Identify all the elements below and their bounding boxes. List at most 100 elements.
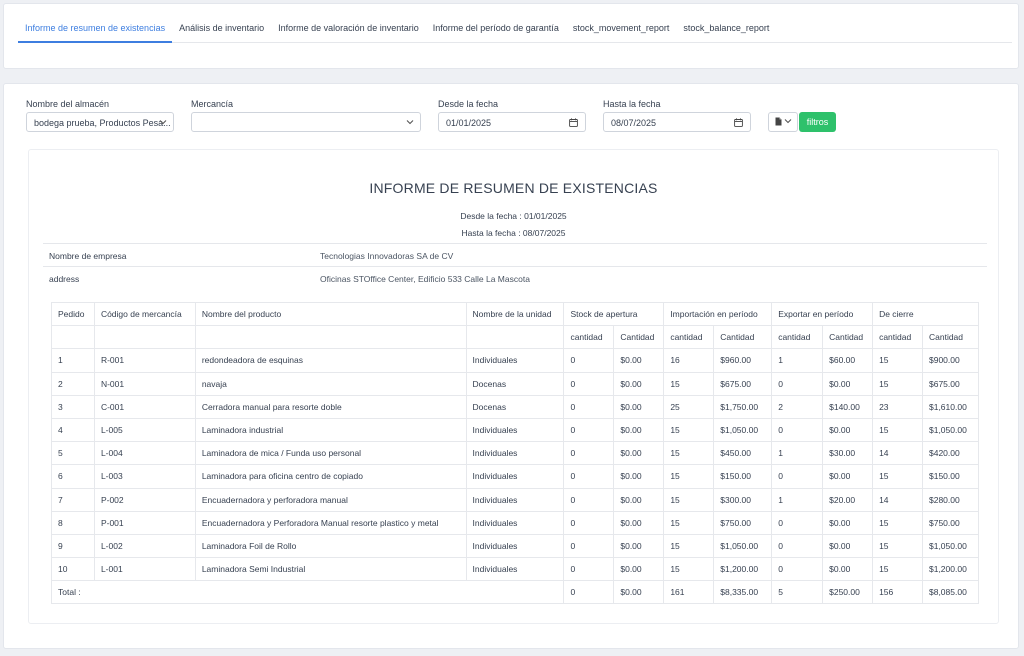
table-cell: $0.00 [822, 371, 874, 396]
table-cell: $150.00 [713, 464, 773, 489]
table-cell: 6 [51, 464, 95, 489]
table-cell: Encuadernadora y Perforadora Manual reso… [194, 510, 467, 535]
subheader-cell: cantidad [771, 325, 824, 350]
document-icon [775, 117, 782, 128]
table-cell: L-005 [93, 417, 196, 443]
table-cell: Individuales [465, 533, 565, 559]
report-tabs: Informe de resumen de existencias Anális… [18, 16, 1012, 43]
table-cell: 0 [771, 533, 824, 559]
table-cell: 5 [51, 441, 95, 466]
table-cell: Individuales [465, 417, 565, 443]
from-date-input[interactable]: 01/01/2025 [438, 112, 562, 132]
table-cell: $420.00 [921, 441, 980, 466]
table-cell: 8 [51, 510, 95, 535]
table-cell: 1 [771, 487, 824, 512]
table-cell: P-001 [93, 510, 196, 535]
table-cell: 10 [51, 557, 95, 582]
table-cell: Individuales [465, 487, 565, 512]
table-cell: $0.00 [613, 348, 665, 373]
table-cell: Laminadora de mica / Funda uso personal [194, 441, 467, 466]
tab-stock-balance[interactable]: stock_balance_report [676, 16, 776, 43]
table-cell: 15 [663, 557, 715, 582]
table-cell: 15 [872, 464, 923, 489]
table-cell: $0.00 [613, 441, 665, 466]
table-cell: 0 [563, 371, 615, 396]
table-cell: 1 [771, 441, 824, 466]
chevron-down-icon [784, 117, 792, 127]
empty-cell [51, 325, 95, 350]
table-row: 2 N-001 navaja Docenas 0 $0.00 15 $675.00 0 $0.00… [51, 371, 980, 396]
table-cell: $0.00 [613, 557, 665, 582]
table-cell: $750.00 [713, 510, 773, 535]
table-cell: $20.00 [822, 487, 874, 512]
empty-cell [465, 325, 565, 350]
table-cell: L-004 [93, 441, 196, 466]
table-cell: R-001 [93, 348, 196, 373]
tab-inventory-valuation[interactable]: Informe de valoración de inventario [271, 16, 426, 43]
warehouse-label: Nombre del almacén [26, 99, 110, 109]
warehouse-select[interactable]: bodega prueba, Productos Pesa... [26, 112, 174, 132]
table-cell: 15 [872, 533, 923, 559]
table-row: 6 L-003 Laminadora para oficina centro de … [51, 464, 980, 489]
calendar-icon[interactable] [726, 112, 751, 132]
address-label: address [49, 274, 80, 284]
table-cell: 9 [51, 533, 95, 559]
address-value: Oficinas STOffice Center, Edificio 533 C… [320, 274, 530, 284]
tab-stock-summary[interactable]: Informe de resumen de existencias [18, 16, 173, 43]
tab-inventory-analysis[interactable]: Análisis de inventario [172, 16, 271, 43]
subheader-cell: Cantidad [713, 325, 773, 350]
table-row: 7 P-002 Encuadernadora y perforadora manua… [51, 487, 980, 512]
table-cell: 15 [663, 417, 715, 443]
calendar-icon[interactable] [561, 112, 586, 132]
report-panel: INFORME DE RESUMEN DE EXISTENCIAS Desde … [28, 149, 999, 624]
table-cell: 0 [771, 417, 824, 443]
table-cell: 15 [663, 464, 715, 489]
table-cell: $675.00 [921, 371, 980, 396]
table-row: 9 L-002 Laminadora Foil de Rollo Individual… [51, 533, 980, 559]
main-card: Nombre del almacén bodega prueba, Produc… [3, 83, 1019, 649]
filter-button[interactable]: filtros [799, 112, 836, 132]
table-cell: 0 [563, 464, 615, 489]
tab-stock-movement[interactable]: stock_movement_report [566, 16, 677, 43]
table-cell: $0.00 [822, 533, 874, 559]
table-cell: navaja [194, 371, 467, 396]
total-cell: 0 [563, 580, 615, 605]
subheader-cell: cantidad [872, 325, 923, 350]
report-from-date: Desde la fecha : 01/01/2025 [460, 211, 567, 221]
total-cell: 161 [663, 580, 715, 605]
subheader-cell: Cantidad [613, 325, 665, 350]
total-cell: $0.00 [613, 580, 665, 605]
table-cell: 0 [771, 557, 824, 582]
table-cell: 15 [872, 417, 923, 443]
table-cell: 15 [872, 510, 923, 535]
table-cell: redondeadora de esquinas [194, 348, 467, 373]
table-cell: 0 [563, 557, 615, 582]
table-cell: 3 [51, 394, 95, 419]
table-cell: P-002 [93, 487, 196, 512]
product-label: Mercancía [191, 99, 234, 109]
table-cell: $0.00 [613, 417, 665, 443]
table-cell: Encuadernadora y perforadora manual [194, 487, 467, 512]
table-cell: $750.00 [921, 510, 980, 535]
table-cell: Individuales [465, 557, 565, 582]
export-dropdown-button[interactable] [768, 112, 798, 132]
to-date-input[interactable]: 08/07/2025 [603, 112, 727, 132]
chevron-down-icon [406, 116, 414, 130]
empty-cell [194, 325, 467, 350]
tab-warranty-period[interactable]: Informe del período de garantía [426, 16, 566, 43]
table-cell: 15 [663, 441, 715, 466]
divider [43, 243, 987, 244]
table-cell: Individuales [465, 441, 565, 466]
table-cell: $960.00 [713, 348, 773, 373]
product-select[interactable] [191, 112, 421, 132]
empty-cell [93, 325, 196, 350]
table-cell: $1,050.00 [921, 533, 980, 559]
col-header-order: Pedido [51, 301, 95, 327]
table-cell: $0.00 [613, 464, 665, 489]
col-header-closing: De cierre [872, 301, 979, 327]
table-cell: Individuales [465, 348, 565, 373]
from-date-label: Desde la fecha [438, 99, 499, 109]
to-date-label: Hasta la fecha [603, 99, 661, 109]
table-cell: $1,050.00 [713, 417, 773, 443]
subheader-cell: Cantidad [822, 325, 874, 350]
